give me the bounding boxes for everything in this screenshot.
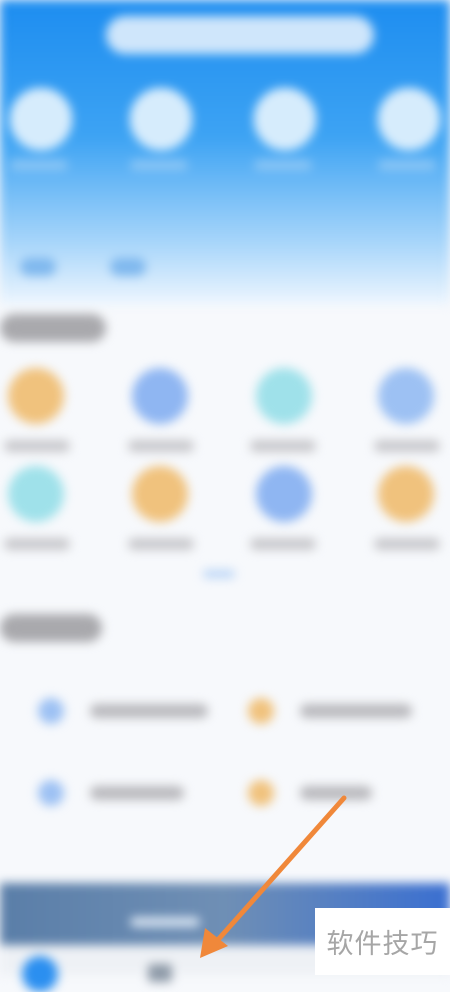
service-label-1 (4, 440, 70, 452)
search-bar[interactable] (106, 16, 374, 54)
service-icon-2[interactable] (132, 368, 188, 424)
service-icon-8[interactable] (378, 466, 434, 522)
service-label-7 (250, 538, 316, 550)
tab-2[interactable] (110, 258, 146, 276)
hot-item-text-4 (300, 786, 372, 800)
hot-item-text-3 (90, 786, 184, 800)
top-shortcut-icon-2[interactable] (130, 88, 192, 150)
service-icon-6[interactable] (132, 466, 188, 522)
page-indicator (203, 570, 235, 578)
hot-item-2[interactable] (248, 690, 428, 730)
service-icon-1[interactable] (8, 368, 64, 424)
top-shortcut-icon-3[interactable] (254, 88, 316, 150)
service-icon-5[interactable] (8, 466, 64, 522)
hot-item-4[interactable] (248, 772, 428, 812)
hot-item-icon-2 (248, 698, 274, 724)
hot-item-icon-1 (38, 698, 64, 724)
tab-strip (0, 245, 450, 285)
service-icon-3[interactable] (256, 368, 312, 424)
service-label-4 (374, 440, 440, 452)
tab-1[interactable] (20, 258, 56, 276)
top-shortcut-icon-1[interactable] (10, 88, 72, 150)
top-shortcut-label-3 (254, 160, 312, 170)
hot-item-icon-4 (248, 780, 274, 806)
top-shortcut-icon-4[interactable] (378, 88, 440, 150)
service-label-8 (374, 538, 440, 550)
hot-item-text-2 (300, 704, 412, 718)
home-icon[interactable] (22, 956, 58, 992)
hot-item-text-1 (90, 704, 208, 718)
service-icon-4[interactable] (378, 368, 434, 424)
section-title-services (0, 314, 106, 342)
service-icon-7[interactable] (256, 466, 312, 522)
hot-item-icon-3 (38, 780, 64, 806)
bottom-banner-text (130, 917, 200, 927)
blurred-app-screen (0, 0, 450, 992)
hot-item-3[interactable] (38, 772, 218, 812)
watermark: 软件技巧 (315, 908, 450, 975)
top-shortcut-label-2 (130, 160, 188, 170)
service-label-2 (128, 440, 194, 452)
hot-item-1[interactable] (38, 690, 218, 730)
section-title-hot (0, 614, 102, 642)
watermark-text: 软件技巧 (326, 929, 439, 960)
service-label-3 (250, 440, 316, 452)
top-shortcut-label-4 (378, 160, 436, 170)
top-shortcut-label-1 (10, 160, 68, 170)
document-icon[interactable] (148, 964, 172, 982)
service-label-6 (128, 538, 194, 550)
service-label-5 (4, 538, 70, 550)
